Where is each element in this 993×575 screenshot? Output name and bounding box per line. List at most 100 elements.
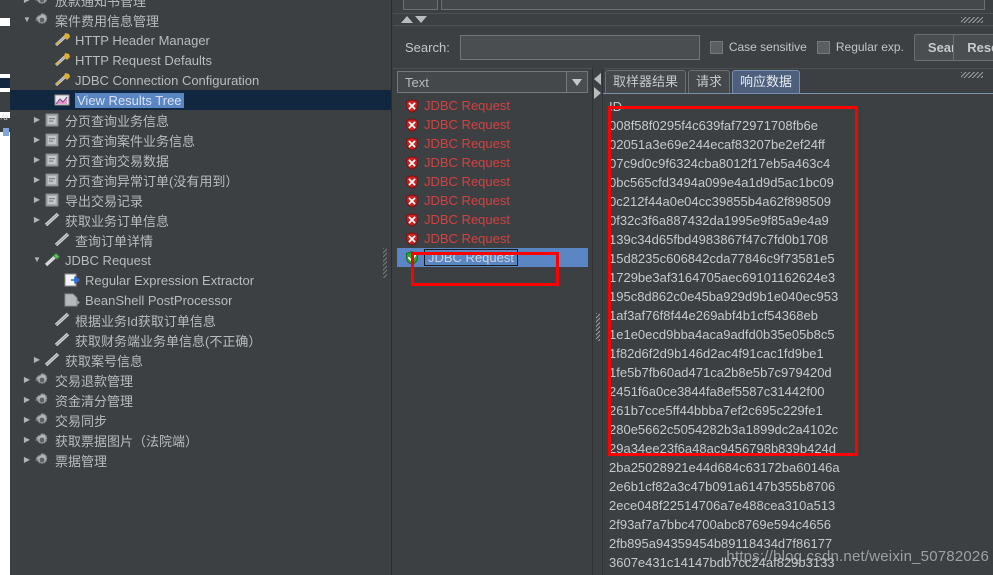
tree-item-label: 分页查询交易数据	[65, 153, 170, 169]
tree-item-5[interactable]: View Results Tree	[10, 90, 391, 110]
response-line: 0f32c3f6a887432da1995e9f85a9e4a9	[609, 213, 829, 228]
chevron-down-icon[interactable]	[566, 72, 587, 92]
expand-arrow-right-icon[interactable]: ▶	[30, 356, 44, 364]
splitter-vertical[interactable]	[593, 68, 603, 575]
tree-item-23[interactable]: ▶ 票据管理	[10, 450, 391, 470]
sampler-result-label: JDBC Request	[424, 231, 510, 246]
expand-arrow-right-icon[interactable]: ▶	[30, 136, 44, 144]
tree-item-label: 获取财务端业务单信息(不正确）	[75, 333, 262, 349]
sampler-result-row[interactable]: JDBC Request	[397, 153, 588, 172]
triangle-left-icon[interactable]	[594, 73, 601, 85]
splitter-arrows-top[interactable]	[401, 16, 427, 23]
sampler-result-row[interactable]: JDBC Request	[397, 134, 588, 153]
sampler-result-row[interactable]: JDBC Request	[397, 210, 588, 229]
response-data-content[interactable]: ID 008f58f0295f4c639faf72971708fb6e 02051a…	[603, 94, 993, 575]
tree-item-13[interactable]: ▼ JDBC Request	[10, 250, 391, 270]
tab-0[interactable]: 取样器结果	[605, 70, 687, 93]
tree-item-15[interactable]: BeanShell PostProcessor	[10, 290, 391, 310]
tree-item-label: HTTP Request Defaults	[75, 52, 213, 68]
tree-item-label: 交易退款管理	[55, 373, 134, 389]
tree-item-label: Regular Expression Extractor	[85, 272, 255, 288]
tree-item-1[interactable]: ▼ 案件费用信息管理	[10, 10, 391, 30]
tree-item-label: 导出交易记录	[65, 193, 144, 209]
tree-item-20[interactable]: ▶ 资金清分管理	[10, 390, 391, 410]
tree-item-4[interactable]: JDBC Connection Configuration	[10, 70, 391, 90]
checkbox-box-regular-exp[interactable]	[816, 40, 830, 54]
checkbox-box-case-sensitive[interactable]	[709, 40, 723, 54]
triangle-right-icon[interactable]	[594, 87, 601, 99]
response-line: 1fe5b7fb60ad471ca2b8e5b7c979420d	[609, 365, 832, 380]
regular-exp-checkbox[interactable]: Regular exp.	[816, 40, 904, 54]
reset-button[interactable]: Reset	[953, 33, 993, 61]
partial-field-small[interactable]	[403, 0, 438, 10]
triangle-down-icon[interactable]	[415, 16, 427, 23]
tree-item-12[interactable]: 查询订单详情	[10, 230, 391, 250]
expand-arrow-right-icon[interactable]: ▶	[20, 436, 34, 444]
tree-item-10[interactable]: ▶ 导出交易记录	[10, 190, 391, 210]
tree-item-3[interactable]: HTTP Request Defaults	[10, 50, 391, 70]
tree-item-8[interactable]: ▶ 分页查询交易数据	[10, 150, 391, 170]
sampler-result-label: JDBC Request	[424, 117, 510, 132]
expand-arrow-right-icon[interactable]: ▶	[30, 216, 44, 224]
expand-arrow-down-icon[interactable]: ▼	[20, 16, 34, 24]
tree-item-17[interactable]: 获取财务端业务单信息(不正确）	[10, 330, 391, 350]
expand-arrow-right-icon[interactable]: ▶	[20, 416, 34, 424]
sampler-result-row[interactable]: JDBC Request	[397, 191, 588, 210]
tree-item-label: 获取票据图片（法院端）	[55, 433, 199, 449]
tree-item-label: JDBC Request	[65, 252, 151, 268]
tree-item-2[interactable]: HTTP Header Manager	[10, 30, 391, 50]
tree-item-18[interactable]: ▶ 获取案号信息	[10, 350, 391, 370]
tab-2[interactable]: 响应数据	[732, 70, 801, 93]
splitter-grip-top[interactable]	[961, 17, 983, 23]
case-sensitive-checkbox[interactable]: Case sensitive	[709, 40, 807, 54]
tree-item-label: 获取案号信息	[65, 353, 144, 369]
expand-arrow-right-icon[interactable]: ▶	[20, 376, 34, 384]
expand-arrow-right-icon[interactable]: ▶	[20, 396, 34, 404]
window-left-edge: /a	[0, 0, 10, 575]
tree-item-19[interactable]: ▶ 交易退款管理	[10, 370, 391, 390]
tree-item-0[interactable]: ▶ 放款通知书管理	[10, 0, 391, 10]
tree-item-21[interactable]: ▶ 交易同步	[10, 410, 391, 430]
tree-item-11[interactable]: ▶ 获取业务订单信息	[10, 210, 391, 230]
expand-arrow-right-icon[interactable]: ▶	[30, 196, 44, 204]
response-line: 139c34d65fbd4983867f47c7fd0b1708	[609, 232, 829, 247]
response-line: 1729be3af3164705aec69101162624e3	[609, 270, 836, 285]
partial-field-wide[interactable]	[441, 0, 985, 10]
response-line: 1e1e0ecd9bba4aca9adfd0b35e05b8c5	[609, 327, 835, 342]
sampler-result-row[interactable]: JDBC Request	[397, 248, 588, 267]
sampler-result-list[interactable]: JDBC Request JDBC Request JDBC Request JDBC…	[397, 96, 588, 575]
tree-item-9[interactable]: ▶ 分页查询异常订单(没有用到）	[10, 170, 391, 190]
sampler-result-row[interactable]: JDBC Request	[397, 96, 588, 115]
tree-item-6[interactable]: ▶ 分页查询业务信息	[10, 110, 391, 130]
render-selector-dropdown[interactable]: Text	[397, 71, 588, 93]
tree-item-22[interactable]: ▶ 获取票据图片（法院端）	[10, 430, 391, 450]
error-shield-icon	[405, 117, 419, 132]
sampler-icon	[44, 212, 62, 228]
expand-arrow-right-icon[interactable]: ▶	[30, 156, 44, 164]
error-shield-icon	[405, 231, 419, 246]
extractor-icon	[64, 272, 82, 288]
response-line: 2451f6a0ce3844fa8ef5587c31442f00	[609, 384, 825, 399]
expand-arrow-right-icon[interactable]: ▶	[20, 456, 34, 464]
error-shield-icon	[405, 174, 419, 189]
splitter-grip-vertical[interactable]	[596, 313, 600, 341]
tree-item-16[interactable]: 根据业务Id获取订单信息	[10, 310, 391, 330]
expand-arrow-right-icon[interactable]: ▶	[20, 0, 34, 4]
test-plan-tree[interactable]: ▶ 放款通知书管理 ▼ 案件费用信息管理 HTTP Header Manager HTTP…	[10, 0, 392, 575]
tree-item-label: 分页查询案件业务信息	[65, 133, 196, 149]
config-icon	[54, 72, 72, 88]
expand-arrow-right-icon[interactable]: ▶	[30, 176, 44, 184]
response-tabs[interactable]: 取样器结果 请求 响应数据	[603, 68, 993, 94]
tree-item-7[interactable]: ▶ 分页查询案件业务信息	[10, 130, 391, 150]
tree-resize-grip[interactable]	[383, 248, 387, 278]
sampler-result-row[interactable]: JDBC Request	[397, 172, 588, 191]
expand-arrow-down-icon[interactable]: ▼	[30, 256, 44, 264]
search-input[interactable]	[459, 34, 700, 60]
tree-item-14[interactable]: Regular Expression Extractor	[10, 270, 391, 290]
splitter-top[interactable]	[393, 13, 993, 25]
sampler-result-row[interactable]: JDBC Request	[397, 229, 588, 248]
tab-1[interactable]: 请求	[688, 70, 731, 93]
expand-arrow-right-icon[interactable]: ▶	[30, 116, 44, 124]
triangle-up-icon[interactable]	[401, 16, 413, 23]
sampler-result-row[interactable]: JDBC Request	[397, 115, 588, 134]
